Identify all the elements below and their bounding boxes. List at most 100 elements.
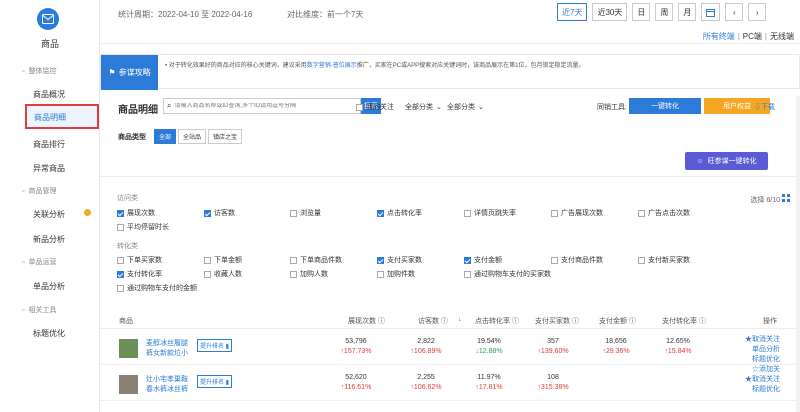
sidebar-item-newproduct[interactable]: 新品分析 <box>33 234 65 245</box>
th-visitors[interactable]: 访客数 ⓘ <box>418 316 448 326</box>
select-count: 选择 6/10 <box>750 197 780 204</box>
cell-pay-amount: 18,656 ↑29.36% <box>602 338 630 355</box>
metric-cart-users[interactable]: 加购人数 <box>290 269 328 279</box>
btn-30days[interactable]: 近30天 <box>592 3 628 21</box>
prev-icon[interactable]: ‹ <box>725 3 744 21</box>
cell-visitors: 2,822 ↑106.89% <box>410 338 442 355</box>
metric-pay-new-buyers[interactable]: 支付新买家数 <box>638 255 690 265</box>
convert-label: 转化类 <box>117 243 138 250</box>
metric-cart-pay-amount[interactable]: 通过购物车支付的金额 <box>117 283 197 293</box>
metric-order-buyers[interactable]: 下单买家数 <box>117 255 162 265</box>
sidebar-item-single-analysis[interactable]: 单品分析 <box>33 281 65 292</box>
sidebar-item-overview[interactable]: 商品概况 <box>33 89 65 100</box>
strategy-badge[interactable]: ⚑ 参谋攻略 <box>101 55 158 90</box>
metric-ad-impressions[interactable]: 广告展现次数 <box>551 208 603 218</box>
grid-icon[interactable] <box>782 194 790 202</box>
title-opt-link[interactable]: 标题优化 <box>740 385 780 395</box>
th-product: 商品 <box>119 318 133 325</box>
sidebar-item-detail[interactable]: 商品明细 <box>25 104 99 129</box>
category-select-1[interactable]: 全部分类 ⌄ <box>405 102 442 112</box>
metric-order-amount[interactable]: 下单金额 <box>204 255 242 265</box>
unfollow-link[interactable]: ★取消关注 <box>740 335 780 345</box>
chevron-down-icon: ⌄ <box>478 104 484 111</box>
topbar: 统计周期：2022-04-10 至 2022-04-16 对比维度：前一个7天 … <box>100 0 800 44</box>
metric-pay-conv[interactable]: 支付转化率 <box>117 269 162 279</box>
th-ops: 操作 <box>763 318 777 325</box>
th-click-conv[interactable]: 点击转化率 ⓘ <box>475 316 519 326</box>
next-icon[interactable]: › <box>748 3 767 21</box>
product-name[interactable]: 麦醇冰丝履腿 裤女新款垃小 <box>146 339 192 359</box>
metrics-panel: 访问类 选择 6/10 展现次数 访客数 浏览量 点击转化率 详情页跳失率 广告… <box>100 176 800 301</box>
category-label: 商品类型 <box>118 133 146 141</box>
product-thumbnail[interactable] <box>119 375 138 394</box>
my-follow-checkbox[interactable]: 我的关注 <box>356 102 394 112</box>
rank-boost-tag[interactable]: 提升排名 ▮ <box>197 339 232 352</box>
metric-pay-amount[interactable]: 支付金额 <box>464 255 502 265</box>
sidebar-item-ranking[interactable]: 商品排行 <box>33 139 65 150</box>
rank-boost-tag[interactable]: 提升排名 ▮ <box>197 375 232 388</box>
metric-cart-pay-buyers[interactable]: 通过购物车支付的买家数 <box>464 269 551 279</box>
tab-all[interactable]: 全部 <box>154 129 177 144</box>
wang-convert-button[interactable]: ☺ 旺参谋一键转化 <box>685 152 768 170</box>
cell-impressions: 52,620 ↑116.61% <box>340 374 372 391</box>
tab-treasure[interactable]: 镇店之宝 <box>208 129 243 144</box>
metric-avg-stay[interactable]: 平均停留时长 <box>117 222 169 232</box>
metric-favorites[interactable]: 收藏人数 <box>204 269 242 279</box>
metric-pageviews[interactable]: 浏览量 <box>290 208 321 218</box>
chevron-down-icon: ⌄ <box>436 104 442 111</box>
one-click-convert-button[interactable]: 一键转化 <box>629 98 701 114</box>
cell-impressions: 53,796 ↑157.73% <box>340 338 372 355</box>
tools-icon: ▫ <box>22 306 25 314</box>
metric-bounce[interactable]: 详情页跳失率 <box>464 208 516 218</box>
single-icon: ▫ <box>22 258 25 266</box>
sidebar-item-relation[interactable]: 关联分析 <box>33 209 65 220</box>
btn-week[interactable]: 周 <box>655 3 674 21</box>
product-thumbnail[interactable] <box>119 339 138 358</box>
scrollbar[interactable] <box>796 96 800 412</box>
btn-day[interactable]: 日 <box>632 3 651 21</box>
metric-visitors[interactable]: 访客数 <box>204 208 235 218</box>
sidebar-group-single: ▫ 单品运营 <box>22 258 57 267</box>
notice-text: • 对于转化效果好的商品对应的核心关键词，建议采用数字营销-普位展示推广，买家在… <box>165 63 585 69</box>
btn-month[interactable]: 月 <box>678 3 697 21</box>
metric-ad-clicks[interactable]: 广告点击次数 <box>638 208 690 218</box>
product-name[interactable]: 灶小宅孝巢鞍 春水裤冰丝裤 <box>146 375 192 395</box>
category-select-2[interactable]: 全部分类 ⌄ <box>447 102 484 112</box>
sidebar-group-tools: ▫ 相关工具 <box>22 306 57 315</box>
btn-7days[interactable]: 近7天 <box>557 3 588 21</box>
tab-whole-site[interactable]: 全站品 <box>178 129 207 144</box>
sort-icon[interactable]: ↓ <box>458 316 462 323</box>
metric-order-items[interactable]: 下单商品件数 <box>290 255 342 265</box>
th-pay-amount[interactable]: 支付金额 ⓘ <box>599 316 636 326</box>
search-box: ⌕ <box>163 98 361 114</box>
metric-pay-items[interactable]: 支付商品件数 <box>551 255 603 265</box>
metric-impressions[interactable]: 展现次数 <box>117 208 155 218</box>
th-pay-conv[interactable]: 支付转化率 ⓘ <box>662 316 706 326</box>
title-opt-link[interactable]: 标题优化 <box>740 355 780 365</box>
sidebar-item-abnormal[interactable]: 异常商品 <box>33 163 65 174</box>
cell-pay-buyers: 108 ↑315.38% <box>537 374 569 391</box>
strategy-notice: ⚑ 参谋攻略 • 对于转化效果好的商品对应的核心关键词，建议采用数字营销-普位展… <box>100 54 800 90</box>
metric-click-conv[interactable]: 点击转化率 <box>377 208 422 218</box>
metric-cart-items[interactable]: 加购件数 <box>377 269 415 279</box>
sidebar-group-manage: ▫ 商品管理 <box>22 187 57 196</box>
unfollow-link[interactable]: ★取消关注 <box>740 375 780 385</box>
single-analysis-link[interactable]: 单品分析 <box>740 345 780 355</box>
search-input[interactable] <box>174 103 345 109</box>
cell-visitors: 2,255 ↑106.62% <box>410 374 442 391</box>
th-pay-buyers[interactable]: 支付买家数 ⓘ <box>535 316 579 326</box>
terminal-all[interactable]: 所有终端 <box>703 32 735 41</box>
sidebar-item-title-opt[interactable]: 标题优化 <box>33 328 65 339</box>
th-impressions[interactable]: 展现次数 ⓘ <box>348 316 385 326</box>
terminal-pc[interactable]: PC端 <box>743 32 762 41</box>
follow-checkbox[interactable] <box>356 103 363 111</box>
notice-link[interactable]: 数字营销-普位展示 <box>307 63 357 69</box>
strategy-icon: ⚑ <box>108 68 116 77</box>
terminal-wireless[interactable]: 无线端 <box>770 32 794 41</box>
metric-pay-buyers[interactable]: 支付买家数 <box>377 255 422 265</box>
sidebar: 商品 ▫ 整体监控 商品概况 商品明细 商品排行 异常商品 ▫ 商品管理 关联分… <box>0 0 100 412</box>
sidebar-brand: 商品 <box>40 39 59 49</box>
calendar-icon[interactable] <box>701 3 721 21</box>
notification-dot <box>84 209 91 216</box>
download-link[interactable]: ⇩下载 <box>754 102 775 112</box>
